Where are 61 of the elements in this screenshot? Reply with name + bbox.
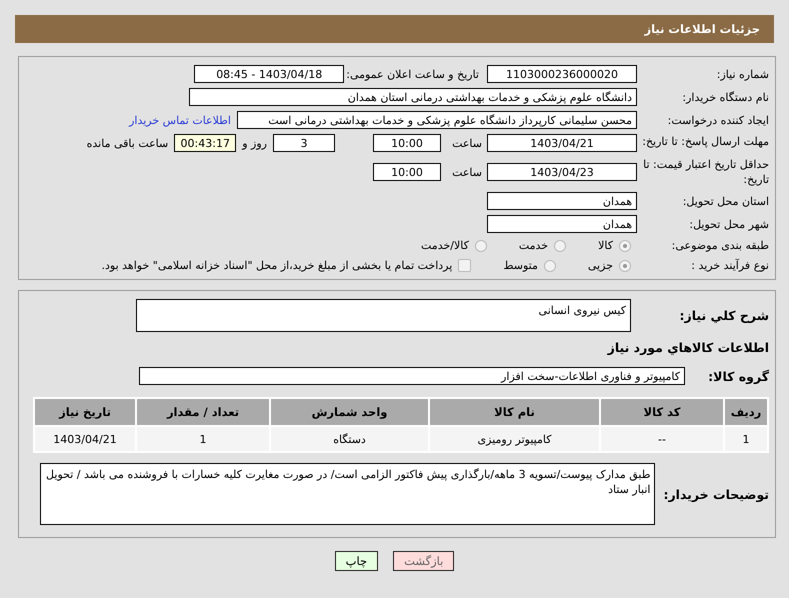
validity-date-field: 1403/04/23 <box>487 163 637 181</box>
table-cell: کامپیوتر رومیزی <box>429 426 600 452</box>
field-label: شهر محل تحویل: <box>688 216 770 232</box>
section-title: اطلاعات كالاهاي مورد نياز <box>608 340 770 355</box>
field-label: حداقل تاریخ اعتبار قیمت: تا تاریخ: <box>642 157 770 187</box>
field-label: گروه کالا: <box>707 368 770 384</box>
field-label: استان محل تحویل: <box>682 194 770 208</box>
table-cell: 1 <box>724 426 768 452</box>
requester-field: محسن سلیمانی کارپرداز دانشگاه علوم پزشکی و خدمات بهداشتی درمانی است <box>237 111 637 129</box>
field-label: نام دستگاه خریدار: <box>681 90 770 104</box>
contact-link[interactable]: اطلاعات تماس خریدار <box>129 114 237 126</box>
field-label: شماره نیاز: <box>716 66 770 82</box>
table-cell: 1403/04/21 <box>34 426 136 452</box>
table-cell: -- <box>600 426 724 452</box>
city-field: همدان <box>487 215 637 233</box>
action-button[interactable]: بازگشت <box>393 551 454 571</box>
description-textarea[interactable]: کیس نیروی انسانی <box>136 299 631 332</box>
remaining-label: ساعت باقی مانده <box>86 136 170 150</box>
table-cell: دستگاه <box>270 426 429 452</box>
time-label: ساعت <box>451 136 483 150</box>
field-label: نوع فرآیند خرید : <box>690 258 770 273</box>
remaining-time-field: 00:43:17 <box>174 134 236 152</box>
validity-time-field: 10:00 <box>373 163 441 181</box>
column-header: واحد شمارش <box>270 398 429 426</box>
days-label: روز و <box>240 136 268 150</box>
radio-button[interactable] <box>619 240 631 252</box>
option-label: متوسط <box>503 259 538 272</box>
option-label: خدمت <box>518 239 548 252</box>
column-header: کد کالا <box>600 398 724 426</box>
field-label: ایجاد کننده درخواست: <box>666 112 770 128</box>
column-header: ردیف <box>724 398 768 426</box>
time-label: ساعت <box>451 166 483 178</box>
radio-button[interactable] <box>619 260 631 272</box>
column-header: نام کالا <box>429 398 600 426</box>
action-button[interactable]: چاپ <box>334 551 378 571</box>
checkbox[interactable] <box>458 259 472 272</box>
radio-button[interactable] <box>474 240 487 252</box>
deadline-date-field: 1403/04/21 <box>487 134 637 152</box>
need-number-field: 1103000236000020 <box>487 65 637 83</box>
deadline-time-field: 10:00 <box>373 134 441 152</box>
field-label: مهلت ارسال پاسخ: تا تاریخ: <box>641 134 770 149</box>
column-header: تاریخ نیاز <box>34 398 136 426</box>
notes-textarea[interactable]: طبق مدارک پیوست/تسویه 3 ماهه/بارگذاری پیش فاکتور الزامی است/ در صورت مغایرت کلیه خسارات با فروشنده می باشد / تحویل انبار ستاد <box>40 463 656 525</box>
field-label: توضیحات خریدار: <box>662 486 770 502</box>
goods-group-field: کامپیوتر و فناوری اطلاعات-سخت افزار <box>139 367 685 385</box>
table-cell: 1 <box>136 426 270 452</box>
option-label: کالا/خدمت <box>421 239 469 252</box>
page-title: جزئیات اطلاعات نیاز <box>644 22 760 36</box>
province-field: همدان <box>487 192 637 210</box>
radio-button[interactable] <box>544 260 556 272</box>
option-label: کالا <box>598 239 613 252</box>
checkbox-label: پرداخت تمام یا بخشی از مبلغ خرید،از محل "اسناد خزانه اسلامی" خواهد بود. <box>102 259 452 272</box>
field-label: طبقه بندی موضوعی: <box>670 238 770 253</box>
announce-date-field: 1403/04/18 - 08:45 <box>194 65 344 83</box>
option-label: جزیی <box>588 259 613 272</box>
radio-button[interactable] <box>554 240 566 252</box>
days-field: 3 <box>273 134 335 152</box>
field-label: شرح كلي نياز: <box>678 308 770 323</box>
buyer-field: دانشگاه علوم پزشکی و خدمات بهداشتی درمانی استان همدان <box>189 88 637 106</box>
column-header: تعداد / مقدار <box>136 398 270 426</box>
field-label: تاریخ و ساعت اعلان عمومی: <box>345 68 480 80</box>
